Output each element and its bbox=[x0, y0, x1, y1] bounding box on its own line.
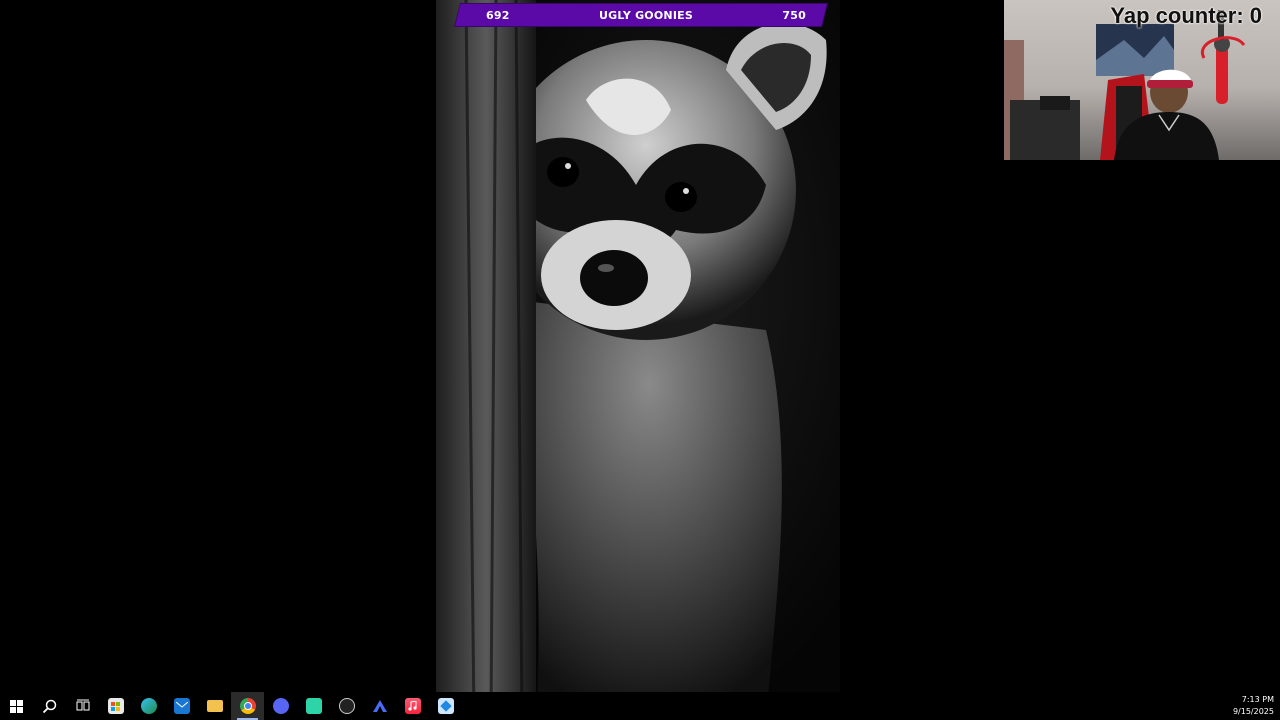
taskbar-app-green[interactable] bbox=[297, 692, 330, 720]
taskbar-vpn[interactable] bbox=[363, 692, 396, 720]
task-view-button[interactable] bbox=[66, 692, 99, 720]
raccoon-photo bbox=[436, 0, 840, 720]
system-clock[interactable]: 7:13 PM 9/15/2025 bbox=[1233, 694, 1274, 718]
clock-date: 9/15/2025 bbox=[1232, 707, 1274, 716]
store-icon bbox=[107, 698, 124, 714]
discord-icon bbox=[272, 698, 289, 714]
goal-target-value: 750 bbox=[782, 8, 806, 22]
task-view-icon bbox=[76, 699, 89, 711]
obs-icon bbox=[338, 698, 355, 714]
music-icon bbox=[404, 698, 421, 714]
taskbar-music[interactable] bbox=[396, 692, 429, 720]
taskbar-file-explorer[interactable] bbox=[198, 692, 231, 720]
file-explorer-icon bbox=[206, 700, 223, 712]
taskbar-mail[interactable] bbox=[165, 692, 198, 720]
taskbar-store[interactable] bbox=[99, 692, 132, 720]
goal-bar-text: 692 UGLY GOONIES 750 bbox=[458, 4, 824, 26]
webcam-feed: Yap counter: 0 bbox=[1004, 0, 1280, 160]
goal-current-value: 692 bbox=[486, 8, 510, 22]
start-icon bbox=[10, 699, 23, 713]
app-blue-icon bbox=[437, 698, 454, 714]
clock-time: 7:13 PM bbox=[1241, 695, 1274, 704]
taskbar bbox=[0, 692, 1280, 720]
app-green-icon bbox=[305, 698, 322, 714]
mail-icon bbox=[173, 698, 190, 714]
taskbar-app-blue[interactable] bbox=[429, 692, 462, 720]
edge-icon bbox=[140, 698, 157, 714]
search-icon bbox=[42, 699, 57, 713]
taskbar-edge[interactable] bbox=[132, 692, 165, 720]
chrome-icon bbox=[239, 698, 256, 714]
taskbar-obs[interactable] bbox=[330, 692, 363, 720]
goal-title: UGLY GOONIES bbox=[599, 8, 693, 22]
taskbar-chrome[interactable] bbox=[231, 692, 264, 720]
start-button[interactable] bbox=[0, 692, 33, 720]
search-button[interactable] bbox=[33, 692, 66, 720]
vpn-icon bbox=[372, 700, 387, 712]
taskbar-discord[interactable] bbox=[264, 692, 297, 720]
yap-counter: Yap counter: 0 bbox=[1110, 3, 1262, 28]
